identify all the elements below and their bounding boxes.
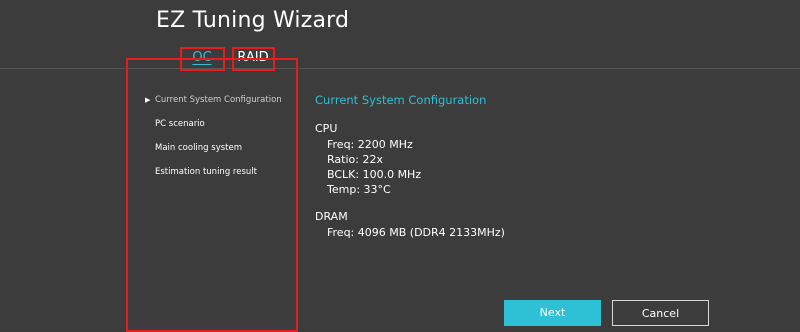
step-main-cooling-system[interactable]: Main cooling system bbox=[145, 142, 290, 166]
triangle-right-icon: ▶ bbox=[145, 96, 151, 104]
tab-raid[interactable]: RAID bbox=[232, 47, 274, 69]
header-divider bbox=[0, 68, 800, 69]
step-label: PC scenario bbox=[155, 119, 205, 129]
configuration-panel: Current System Configuration CPU Freq: 2… bbox=[315, 93, 775, 252]
step-pc-scenario[interactable]: PC scenario bbox=[145, 118, 290, 142]
tab-oc[interactable]: OC bbox=[180, 47, 224, 69]
cpu-freq: Freq: 2200 MHz bbox=[327, 138, 413, 151]
wizard-title: EZ Tuning Wizard bbox=[156, 8, 350, 33]
dram-section: DRAM Freq: 4096 MB (DDR4 2133MHz) bbox=[315, 209, 775, 240]
dram-freq: Freq: 4096 MB (DDR4 2133MHz) bbox=[327, 226, 505, 239]
cpu-section: CPU Freq: 2200 MHz Ratio: 22x BCLK: 100.… bbox=[315, 121, 775, 197]
ez-tuning-wizard-dialog: EZ Tuning Wizard OC RAID ▶ Current Syste… bbox=[0, 0, 800, 332]
step-label: Current System Configuration bbox=[155, 95, 282, 105]
cpu-label: CPU bbox=[315, 122, 338, 135]
cancel-button[interactable]: Cancel bbox=[612, 300, 709, 326]
step-estimation-tuning-result[interactable]: Estimation tuning result bbox=[145, 166, 290, 190]
content-title: Current System Configuration bbox=[315, 93, 487, 107]
next-button[interactable]: Next bbox=[504, 300, 601, 326]
step-label: Main cooling system bbox=[155, 143, 243, 153]
cpu-ratio: Ratio: 22x bbox=[327, 153, 383, 166]
step-current-system-configuration[interactable]: ▶ Current System Configuration bbox=[145, 94, 290, 118]
dram-label: DRAM bbox=[315, 210, 348, 223]
cpu-bclk: BCLK: 100.0 MHz bbox=[327, 168, 422, 181]
cpu-temp: Temp: 33°C bbox=[327, 183, 391, 196]
step-label: Estimation tuning result bbox=[155, 167, 257, 177]
wizard-steps-list: ▶ Current System Configuration PC scenar… bbox=[145, 94, 290, 190]
